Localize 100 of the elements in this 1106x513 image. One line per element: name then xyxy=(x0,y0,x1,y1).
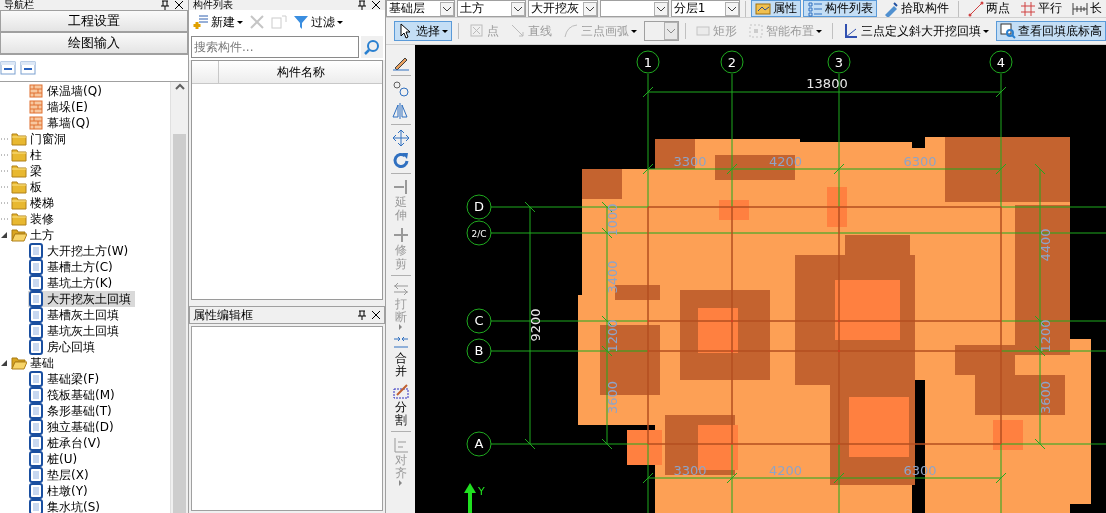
mirror-icon[interactable] xyxy=(391,102,410,120)
axis-bubble xyxy=(636,50,660,74)
wall-icon xyxy=(28,115,44,131)
tree-item[interactable]: 幕墙(Q) xyxy=(28,115,94,131)
folder-icon xyxy=(11,163,27,179)
axis-label: 4 xyxy=(996,55,1006,70)
tree-item[interactable]: 垫层(X) xyxy=(28,467,93,483)
folder-icon xyxy=(11,147,27,163)
axis-label: D xyxy=(474,199,484,214)
trim-icon xyxy=(391,226,410,245)
dimension-text: 4200 xyxy=(768,154,803,169)
wall-icon xyxy=(28,83,44,99)
split-icon xyxy=(391,382,410,401)
tree-item[interactable]: 板 xyxy=(0,179,46,195)
dimension-text: 13800 xyxy=(806,76,848,91)
close-icon[interactable] xyxy=(174,0,184,10)
element-icon xyxy=(28,291,44,307)
tree-item[interactable]: 集水坑(S) xyxy=(28,499,104,513)
search-icon xyxy=(364,39,380,55)
dimension-text: 1200 xyxy=(1038,319,1053,353)
dropdown[interactable]: 基础层 xyxy=(386,0,456,17)
tree-item[interactable]: 条形基础(T) xyxy=(28,403,116,419)
tree-item[interactable]: 桩(U) xyxy=(28,451,82,467)
tree-item[interactable]: 基槽土方(C) xyxy=(28,259,117,275)
panel-title: 属性编辑框 xyxy=(193,308,254,322)
tree-item[interactable]: 基础 xyxy=(0,355,58,371)
offset-icon[interactable] xyxy=(391,80,410,98)
tree-item[interactable]: 柱墩(Y) xyxy=(28,483,92,499)
collapse-icon[interactable] xyxy=(20,60,36,76)
tree-item[interactable]: 筏板基础(M) xyxy=(28,387,119,403)
dropdown[interactable]: 土方 xyxy=(457,0,527,17)
tree-item[interactable]: 保温墙(Q) xyxy=(28,83,106,99)
panel-title: 构件列表 xyxy=(193,0,234,10)
dimension-text: 4200 xyxy=(768,463,803,478)
panel-title: 导航栏 xyxy=(4,0,35,10)
tree-item[interactable]: 基槽灰土回填 xyxy=(28,307,123,323)
toolbar-button[interactable]: 构件列表 xyxy=(803,0,877,17)
tree-item[interactable]: 大开挖土方(W) xyxy=(28,243,133,259)
toolbar-button[interactable]: 平行 xyxy=(1016,0,1066,17)
tool-button[interactable]: 分割 xyxy=(391,382,410,427)
collapse-icon[interactable] xyxy=(0,60,16,76)
rotate-icon[interactable] xyxy=(391,151,410,169)
tree-item[interactable]: 房心回填 xyxy=(28,339,99,355)
pin-icon[interactable] xyxy=(357,310,367,320)
move-icon[interactable] xyxy=(391,129,410,147)
tool-button[interactable]: 合并 xyxy=(391,334,410,379)
tree-item[interactable]: 柱 xyxy=(0,147,46,163)
tree-item[interactable]: 基坑灰土回填 xyxy=(28,323,123,339)
dimension-text: 3600 xyxy=(605,380,620,415)
tree-item[interactable]: 梁 xyxy=(0,163,46,179)
tree-item[interactable]: 基坑土方(K) xyxy=(28,275,117,291)
element-icon xyxy=(28,435,44,451)
folder-icon xyxy=(11,131,27,147)
extend-icon xyxy=(391,178,410,196)
tree-item[interactable]: 土方 xyxy=(0,227,58,243)
axis-label: 2 xyxy=(727,55,737,70)
tree-item[interactable]: 基础梁(F) xyxy=(28,371,104,387)
image-icon xyxy=(755,0,771,17)
tree-item[interactable]: 大开挖灰土回填 xyxy=(28,291,135,307)
scrollbar[interactable] xyxy=(170,82,188,513)
close-icon[interactable] xyxy=(371,310,381,320)
dropdown[interactable]: 分层1 xyxy=(670,0,740,17)
toolbar-button[interactable]: 三点定义斜大开挖回填 xyxy=(839,21,993,41)
expander-icon[interactable] xyxy=(0,359,8,367)
filter-icon xyxy=(293,14,309,30)
pin-icon[interactable] xyxy=(357,0,367,10)
search-field[interactable]: 搜索构件... xyxy=(191,36,359,58)
toolbar-button[interactable]: 过滤 xyxy=(293,13,343,31)
toolbar-button[interactable]: 查看回填底标高 xyxy=(996,21,1106,41)
dropdown[interactable]: 大开挖灰 xyxy=(528,0,598,17)
element-icon xyxy=(28,371,44,387)
dimension-text: 3600 xyxy=(1038,380,1053,415)
toolbar-button[interactable]: 属性 xyxy=(751,0,801,17)
axis-label: 3 xyxy=(834,55,844,70)
close-icon[interactable] xyxy=(371,0,381,10)
dropdown[interactable] xyxy=(599,0,669,17)
nav-button[interactable]: 工程设置 xyxy=(0,10,188,32)
dimension-text: 3300 xyxy=(673,463,707,478)
tree-item[interactable]: 楼梯 xyxy=(0,195,58,211)
tree-item[interactable]: 墙垛(E) xyxy=(28,99,92,115)
folder-icon xyxy=(11,195,27,211)
tree-item[interactable]: 装修 xyxy=(0,211,58,227)
element-icon xyxy=(28,243,44,259)
element-icon xyxy=(28,419,44,435)
pin-icon[interactable] xyxy=(160,0,170,10)
toolbar-button[interactable]: 两点 xyxy=(964,0,1014,17)
expander-icon[interactable] xyxy=(0,231,8,239)
axis-bubble xyxy=(720,50,744,74)
nav-button[interactable]: 绘图输入 xyxy=(0,32,188,54)
tree-item[interactable]: 桩承台(V) xyxy=(28,435,105,451)
toolbar-button[interactable]: 拾取构件 xyxy=(879,0,953,17)
search-button[interactable] xyxy=(361,36,383,58)
dimension-text: 9200 xyxy=(528,308,543,342)
toolbar-button[interactable]: 新建 xyxy=(193,13,243,31)
toolbar-button[interactable]: 长 xyxy=(1068,0,1106,17)
tree-item[interactable]: 门窗洞 xyxy=(0,131,70,147)
toolbar-button[interactable]: 选择 xyxy=(394,21,452,41)
folder-icon xyxy=(11,227,27,243)
caret-icon xyxy=(442,28,448,34)
tree-item[interactable]: 独立基础(D) xyxy=(28,419,118,435)
